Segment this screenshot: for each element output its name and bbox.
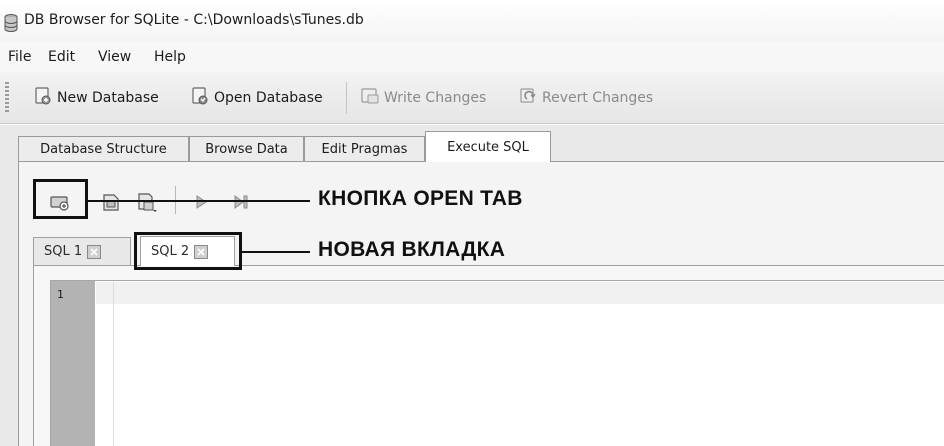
line-number-gutter: [51, 281, 95, 446]
write-changes-button[interactable]: Write Changes: [360, 86, 486, 110]
tab-browse-data[interactable]: Browse Data: [189, 136, 304, 161]
menu-file[interactable]: File: [8, 49, 31, 65]
open-tab-callout-line: [88, 200, 310, 202]
new-database-label: New Database: [57, 90, 159, 106]
current-line-highlight: [96, 282, 944, 304]
database-icon: [4, 14, 18, 32]
tab-execute-sql[interactable]: Execute SQL: [425, 131, 551, 162]
open-tab-callout-box: [33, 179, 88, 219]
new-tab-callout-label: НОВАЯ ВКЛАДКА: [318, 238, 506, 261]
tab-edit-pragmas[interactable]: Edit Pragmas: [304, 136, 425, 161]
open-tab-callout-label: КНОПКА OPEN TAB: [318, 187, 523, 210]
open-database-button[interactable]: Open Database: [190, 86, 323, 110]
open-sql-file-icon[interactable]: [100, 191, 122, 213]
menu-edit[interactable]: Edit: [48, 49, 75, 65]
sql-tab-1-label: SQL 1: [44, 244, 83, 259]
new-database-button[interactable]: New Database: [33, 86, 159, 110]
write-changes-label: Write Changes: [384, 90, 487, 106]
editor-fold-margin: [113, 282, 114, 446]
new-database-icon: [33, 86, 53, 110]
toolbar-grip[interactable]: [5, 82, 9, 112]
line-number: 1: [57, 288, 64, 301]
new-tab-callout-box: [134, 232, 242, 270]
window-title: DB Browser for SQLite - C:\Downloads\sTu…: [24, 12, 364, 28]
open-database-icon: [190, 86, 210, 110]
step-icon[interactable]: [230, 191, 252, 213]
menu-help[interactable]: Help: [154, 49, 186, 65]
revert-changes-icon: [518, 86, 538, 110]
menu-view[interactable]: View: [98, 49, 131, 65]
menu-bar: [0, 42, 944, 72]
new-tab-callout-line: [242, 251, 310, 253]
sql-tab-1[interactable]: SQL 1: [33, 237, 131, 265]
revert-changes-label: Revert Changes: [542, 90, 654, 106]
close-icon[interactable]: [87, 244, 102, 259]
play-icon[interactable]: [190, 191, 212, 213]
sql-editor[interactable]: [50, 280, 944, 446]
save-sql-file-icon[interactable]: [136, 191, 158, 213]
tab-database-structure[interactable]: Database Structure: [18, 136, 189, 161]
write-changes-icon: [360, 86, 380, 110]
open-database-label: Open Database: [214, 90, 323, 106]
revert-changes-button[interactable]: Revert Changes: [518, 86, 653, 110]
toolbar-separator: [346, 82, 347, 114]
